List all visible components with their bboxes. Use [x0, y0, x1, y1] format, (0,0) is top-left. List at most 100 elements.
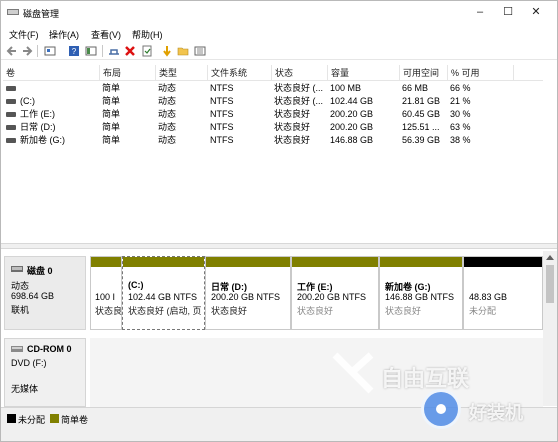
- toolbar-separator: [37, 45, 38, 57]
- volume-capacity: 200.20 GB: [330, 122, 374, 132]
- delete-icon[interactable]: [124, 45, 136, 57]
- cdrom-icon: [11, 346, 23, 352]
- column-percent-free[interactable]: % 可用: [447, 65, 513, 81]
- partition-d[interactable]: 日常 (D:) 200.20 GB NTFS 状态良好: [205, 256, 291, 330]
- menu-bar: 文件(F) 操作(A) 查看(V) 帮助(H): [1, 25, 557, 41]
- partition-size: 102.44 GB NTFS: [128, 292, 198, 302]
- refresh-icon[interactable]: [161, 45, 173, 57]
- partition-g[interactable]: 新加卷 (G:) 146.88 GB NTFS 状态良好: [379, 256, 463, 330]
- volume-row[interactable]: 日常 (D:) 简单 动态 NTFS 状态良好 200.20 GB 125.51…: [3, 121, 543, 134]
- volume-type: 动态: [158, 83, 177, 93]
- properties-icon[interactable]: [44, 45, 56, 57]
- help-icon[interactable]: ?: [68, 45, 80, 57]
- volume-fs: NTFS: [210, 83, 234, 93]
- cdrom-name: CD-ROM 0: [27, 344, 72, 354]
- volume-free: 56.39 GB: [402, 135, 441, 145]
- simple-volume-swatch: [50, 414, 59, 423]
- list-icon[interactable]: [194, 45, 206, 57]
- volume-capacity: 100 MB: [330, 83, 362, 93]
- column-volume[interactable]: 卷: [3, 65, 99, 81]
- partition-unallocated[interactable]: 48.83 GB 未分配: [463, 256, 543, 330]
- volume-capacity: 200.20 GB: [330, 109, 374, 119]
- volume-pct: 30 %: [450, 109, 471, 119]
- column-filesystem[interactable]: 文件系统: [207, 65, 271, 81]
- watermark-brand: 自由互联: [381, 366, 470, 391]
- folder-icon[interactable]: [177, 45, 189, 57]
- forward-icon[interactable]: [21, 45, 33, 57]
- disk-name: 磁盘 0: [27, 266, 53, 276]
- column-layout[interactable]: 布局: [99, 65, 155, 81]
- volume-row[interactable]: (C:) 简单 动态 NTFS 状态良好 (... 102.44 GB 21.8…: [3, 95, 543, 108]
- column-free-space[interactable]: 可用空间: [399, 65, 447, 81]
- volume-free: 21.81 GB: [402, 96, 441, 106]
- menu-view[interactable]: 查看(V): [91, 28, 121, 41]
- view-icon[interactable]: [85, 45, 97, 57]
- volume-fs: NTFS: [210, 122, 234, 132]
- partition-status: 状态良好: [211, 306, 248, 316]
- volume-capacity: 102.44 GB: [330, 96, 374, 106]
- volume-free: 60.45 GB: [402, 109, 441, 119]
- volume-free: 125.51 ...: [402, 122, 440, 132]
- partition-e[interactable]: 工作 (E:) 200.20 GB NTFS 状态良好: [291, 256, 379, 330]
- partition-status: 未分配: [469, 306, 497, 316]
- menu-action[interactable]: 操作(A): [49, 28, 79, 41]
- check-icon[interactable]: [141, 45, 153, 57]
- vertical-scrollbar[interactable]: [543, 251, 557, 406]
- volume-row[interactable]: 新加卷 (G:) 简单 动态 NTFS 状态良好 146.88 GB 56.39…: [3, 134, 543, 147]
- minimize-button[interactable]: –: [466, 4, 494, 20]
- partition-c[interactable]: (C:) 102.44 GB NTFS 状态良好 (启动, 页: [122, 256, 205, 330]
- volume-fs: NTFS: [210, 135, 234, 145]
- column-type[interactable]: 类型: [155, 65, 207, 81]
- partition-status: 状态良好: [297, 306, 334, 316]
- pane-splitter[interactable]: [1, 243, 557, 249]
- volume-type: 动态: [158, 135, 177, 145]
- column-blank: [513, 65, 543, 81]
- simple-volume-bar: [91, 257, 121, 267]
- volume-name: (C:): [20, 96, 35, 106]
- toolbar: ?: [1, 42, 557, 60]
- volume-pct: 63 %: [450, 122, 471, 132]
- volume-layout: 简单: [102, 96, 121, 106]
- volume-status: 状态良好 (...: [274, 96, 323, 106]
- disk-0-label[interactable]: 磁盘 0 动态 698.64 GB 联机: [4, 256, 86, 330]
- disk-state: 联机: [11, 305, 30, 315]
- close-button[interactable]: ✕: [522, 4, 550, 20]
- volume-name: [20, 82, 98, 95]
- volume-pct: 66 %: [450, 83, 471, 93]
- cdrom-partition-area[interactable]: [90, 338, 543, 407]
- volume-type: 动态: [158, 122, 177, 132]
- column-status[interactable]: 状态: [271, 65, 327, 81]
- partition-system-reserved[interactable]: 100 I 状态良: [90, 256, 122, 330]
- partition-status: 状态良好 (启动, 页: [128, 306, 202, 316]
- legend-unallocated: 未分配: [18, 415, 46, 425]
- maximize-button[interactable]: ☐: [494, 4, 522, 20]
- volume-status: 状态良好: [274, 135, 311, 145]
- toolbar-separator: [102, 45, 103, 57]
- volume-layout: 简单: [102, 83, 121, 93]
- volume-row[interactable]: 简单 动态 NTFS 状态良好 (... 100 MB 66 MB 66 %: [3, 82, 543, 95]
- back-icon[interactable]: [6, 45, 18, 57]
- volume-capacity: 146.88 GB: [330, 135, 374, 145]
- connect-icon[interactable]: [108, 45, 120, 57]
- volume-name: 工作 (E:): [20, 109, 55, 119]
- scroll-thumb[interactable]: [546, 265, 554, 303]
- column-capacity[interactable]: 容量: [327, 65, 399, 81]
- volume-row[interactable]: 工作 (E:) 简单 动态 NTFS 状态良好 200.20 GB 60.45 …: [3, 108, 543, 121]
- unallocated-bar: [464, 257, 542, 267]
- menu-help[interactable]: 帮助(H): [132, 28, 163, 41]
- volume-pct: 38 %: [450, 135, 471, 145]
- scroll-up-icon[interactable]: [546, 254, 554, 260]
- title-bar: 磁盘管理 – ☐ ✕: [1, 1, 557, 23]
- volume-free: 66 MB: [402, 83, 429, 93]
- drive-icon: [6, 112, 16, 117]
- partition-size: 200.20 GB NTFS: [297, 292, 367, 302]
- cdrom-0-label[interactable]: CD-ROM 0 DVD (F:) 无媒体: [4, 338, 86, 407]
- unallocated-swatch: [7, 414, 16, 423]
- volume-type: 动态: [158, 109, 177, 119]
- partition-size: 146.88 GB NTFS: [385, 292, 455, 302]
- partition-status: 状态良好: [385, 306, 422, 316]
- drive-icon: [6, 99, 16, 104]
- menu-file[interactable]: 文件(F): [9, 28, 39, 41]
- cdrom-media: 无媒体: [11, 384, 39, 394]
- window-title: 磁盘管理: [23, 9, 60, 19]
